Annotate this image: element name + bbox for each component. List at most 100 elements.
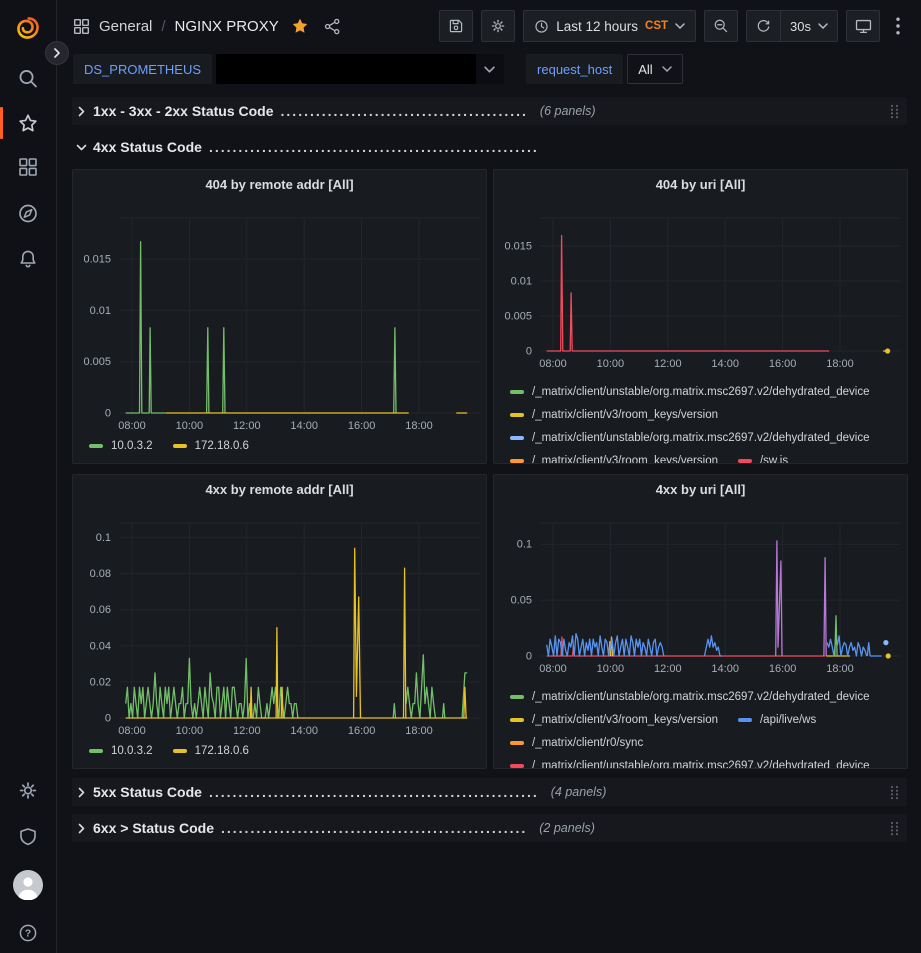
legend-series-label: /_matrix/client/v3/room_keys/version (532, 455, 718, 464)
legend-item[interactable]: /_matrix/client/v3/room_keys/version (510, 409, 718, 421)
svg-text:0.1: 0.1 (517, 539, 532, 551)
user-avatar[interactable] (13, 870, 43, 905)
legend-series-color (510, 695, 524, 699)
chevron-down-icon (675, 23, 685, 29)
svg-text:12:00: 12:00 (654, 663, 682, 675)
legend-item[interactable]: /_matrix/client/unstable/org.matrix.msc2… (510, 386, 870, 398)
star-filled-icon[interactable] (291, 17, 309, 35)
clock-icon (534, 19, 549, 34)
tv-mode-button[interactable] (846, 10, 880, 42)
svg-text:12:00: 12:00 (233, 725, 261, 737)
help-icon[interactable]: ? (18, 923, 38, 948)
chart-4xx-by-remote-addr: 00.020.040.060.080.108:0010:0012:0014:00… (73, 475, 487, 769)
gear-icon (490, 18, 506, 34)
zoom-out-button[interactable] (704, 10, 738, 42)
svg-text:0: 0 (526, 651, 532, 663)
dashboard-title[interactable]: NGINX PROXY (175, 18, 279, 35)
starred-dashboards-icon[interactable] (18, 113, 39, 139)
svg-text:0: 0 (526, 346, 532, 358)
row-drag-handle-icon[interactable] (890, 821, 899, 836)
row-header-6xx[interactable]: 6xx > Status Code ......................… (72, 814, 907, 842)
variables-bar: DS_PROMETHEUS request_host All (57, 52, 921, 88)
row-panel-count: (2 panels) (539, 821, 595, 835)
legend-item[interactable]: /_matrix/client/v3/room_keys/version (510, 455, 718, 464)
grafana-logo[interactable] (15, 15, 41, 46)
row-header-4xx[interactable]: 4xx Status Code ........................… (72, 133, 907, 161)
breadcrumb: General / NGINX PROXY (73, 17, 341, 35)
legend-item[interactable]: /_matrix/client/r0/sync (510, 737, 643, 749)
alerting-bell-icon[interactable] (18, 249, 38, 274)
configuration-gear-icon[interactable] (18, 780, 39, 806)
svg-text:0: 0 (105, 408, 111, 420)
svg-text:0.1: 0.1 (96, 532, 111, 544)
legend-item[interactable]: /_matrix/client/v3/room_keys/version (510, 714, 718, 726)
timezone-label: CST (645, 20, 668, 32)
row-drag-handle-icon[interactable] (890, 104, 899, 119)
legend-series-label: /_matrix/client/unstable/org.matrix.msc2… (532, 386, 870, 398)
row-header-5xx[interactable]: 5xx Status Code ........................… (72, 778, 907, 806)
svg-text:10:00: 10:00 (176, 725, 204, 737)
svg-text:0: 0 (105, 713, 111, 725)
legend-item[interactable]: 10.0.3.2 (89, 440, 153, 452)
legend-item[interactable]: /_matrix/client/unstable/org.matrix.msc2… (510, 760, 870, 769)
row-drag-handle-icon[interactable] (890, 785, 899, 800)
save-icon (448, 18, 464, 34)
svg-text:14:00: 14:00 (290, 725, 318, 737)
breadcrumb-divider: / (161, 18, 165, 35)
row-leader-dots: ........................................… (209, 784, 539, 800)
request-host-variable-value[interactable]: All (627, 54, 682, 84)
row-title: 4xx Status Code (93, 139, 202, 155)
datasource-variable-value[interactable] (216, 54, 504, 84)
breadcrumb-section[interactable]: General (99, 18, 152, 35)
grafana-app: ? General / NGINX PROXY (0, 0, 921, 953)
share-icon[interactable] (324, 18, 341, 35)
svg-text:0.005: 0.005 (504, 311, 532, 323)
legend-item[interactable]: /api/live/ws (738, 714, 816, 726)
refresh-interval-dropdown[interactable]: 30s (780, 11, 837, 41)
apps-grid-icon[interactable] (73, 18, 90, 35)
server-admin-shield-icon[interactable] (18, 827, 38, 852)
svg-text:18:00: 18:00 (826, 358, 854, 370)
refresh-picker: 30s (746, 10, 838, 42)
row-panel-count: (4 panels) (551, 785, 607, 799)
sidebar-collapse-button[interactable] (45, 41, 69, 65)
chart-404-by-remote-addr: 00.0050.010.01508:0010:0012:0014:0016:00… (73, 170, 487, 464)
legend-item[interactable]: 10.0.3.2 (89, 745, 153, 757)
svg-text:0.05: 0.05 (511, 595, 532, 607)
save-dashboard-button[interactable] (439, 10, 473, 42)
chevron-down-icon (76, 144, 87, 151)
search-icon[interactable] (18, 68, 39, 94)
legend-item[interactable]: /_matrix/client/unstable/org.matrix.msc2… (510, 432, 870, 444)
datasource-variable-label: DS_PROMETHEUS (73, 54, 212, 84)
dashboard-settings-button[interactable] (481, 10, 515, 42)
legend-series-label: /_matrix/client/unstable/org.matrix.msc2… (532, 760, 870, 769)
legend-series-label: /_matrix/client/r0/sync (532, 737, 643, 749)
explore-icon[interactable] (18, 203, 39, 229)
row-header-1xx[interactable]: 1xx - 3xx - 2xx Status Code ............… (72, 97, 907, 125)
legend-item[interactable]: /sw.js (738, 455, 788, 464)
legend-series-color (510, 741, 524, 745)
more-options-button[interactable] (888, 10, 908, 42)
refresh-icon (756, 19, 771, 34)
svg-text:16:00: 16:00 (348, 725, 376, 737)
legend-series-color (738, 459, 752, 463)
legend-series-label: /sw.js (760, 455, 788, 464)
legend-item[interactable]: 172.18.0.6 (173, 745, 249, 757)
panel-404-by-uri: 404 by uri [All]00.0050.010.01508:0010:0… (493, 169, 908, 464)
svg-text:10:00: 10:00 (597, 663, 625, 675)
panel-legend: /_matrix/client/unstable/org.matrix.msc2… (510, 384, 903, 464)
zoom-out-icon (713, 18, 729, 34)
svg-text:18:00: 18:00 (826, 663, 854, 675)
legend-item[interactable]: 172.18.0.6 (173, 440, 249, 452)
refresh-button[interactable] (747, 11, 780, 41)
legend-item[interactable]: /_matrix/client/unstable/org.matrix.msc2… (510, 691, 870, 703)
svg-text:0.06: 0.06 (90, 604, 111, 616)
svg-text:16:00: 16:00 (348, 420, 376, 432)
dashboards-icon[interactable] (18, 157, 38, 182)
panel-legend: 10.0.3.2 172.18.0.6 (89, 743, 482, 766)
chevron-down-icon (484, 66, 495, 73)
svg-text:10:00: 10:00 (176, 420, 204, 432)
panel-grid: 404 by remote addr [All]00.0050.010.0150… (72, 169, 907, 769)
time-range-picker[interactable]: Last 12 hours CST (523, 10, 696, 42)
active-section-indicator (0, 107, 3, 139)
